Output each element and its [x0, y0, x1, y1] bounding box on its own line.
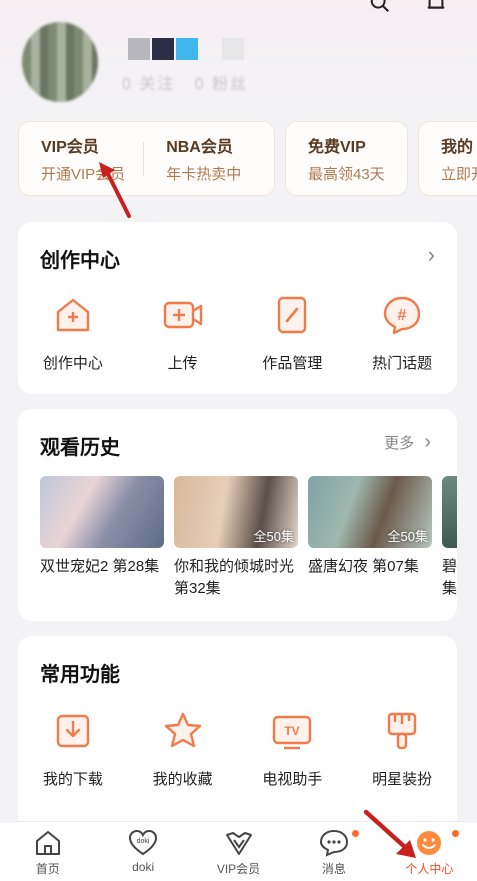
my-card-subtitle: 立即开: [441, 166, 477, 183]
free-vip-subtitle: 最高领43天: [308, 166, 385, 183]
episode-badge: 全50集: [387, 529, 428, 544]
history-caption: 双世宠妃2 第28集: [40, 558, 160, 575]
tab-home-label: 首页: [35, 862, 60, 876]
history-caption: 碧集: [442, 558, 457, 597]
download-icon: [56, 714, 90, 748]
svg-text:TV: TV: [285, 724, 300, 738]
tab-doki-label: doki: [132, 860, 155, 874]
tv-icon: TV: [273, 715, 312, 750]
svg-text:doki: doki: [137, 838, 150, 845]
free-vip-title: 免费VIP: [308, 139, 366, 156]
top-actions: [369, 0, 447, 14]
hot-topics-item[interactable]: # 热门话题: [347, 294, 457, 373]
vip-card[interactable]: VIP会员 开通VIP会员 NBA会员 年卡热卖中: [18, 121, 275, 196]
tab-vip-label: VIP会员: [216, 862, 261, 876]
home-icon: [35, 831, 60, 855]
my-downloads-item[interactable]: 我的下载: [18, 710, 128, 789]
chevron-right-icon: ›: [424, 431, 431, 453]
history-item[interactable]: 碧集: [442, 476, 457, 600]
tv-assistant-label: 电视助手: [262, 771, 323, 788]
tab-vip[interactable]: VIP会员: [191, 822, 286, 881]
edit-icon: [278, 296, 307, 334]
smile-face-icon: [417, 831, 442, 855]
creation-center-panel: 创作中心 › 创作中心 上传 作品管理 # 热门话题: [18, 222, 457, 394]
history-thumbnail: [40, 476, 164, 548]
history-thumbnail: 全50集: [308, 476, 432, 548]
watch-history-title: 观看历史: [40, 437, 120, 459]
history-item[interactable]: 全50集 你和我的倾城时光 第32集: [174, 476, 298, 600]
star-dressup-item[interactable]: 明星装扮: [347, 710, 457, 789]
my-card-title: 我的: [441, 139, 474, 156]
notification-dot: [352, 830, 360, 837]
common-tools-title: 常用功能: [40, 664, 120, 686]
my-favorites-label: 我的收藏: [152, 771, 213, 788]
tv-assistant-item[interactable]: TV 电视助手: [238, 710, 348, 789]
tab-messages-label: 消息: [321, 862, 346, 876]
tab-messages[interactable]: 消息: [286, 822, 381, 881]
bell-icon[interactable]: [425, 0, 447, 14]
works-manage-item[interactable]: 作品管理: [238, 294, 348, 373]
vip-card-subtitle: 开通VIP会员: [41, 166, 126, 183]
vip-cards-row: VIP会员 开通VIP会员 NBA会员 年卡热卖中 免费VIP 最高领43天 我…: [18, 121, 477, 196]
history-caption: 你和我的倾城时光 第32集: [174, 558, 295, 597]
video-upload-icon: [163, 301, 202, 329]
more-link[interactable]: 更多 ›: [384, 431, 431, 454]
tab-doki[interactable]: doki doki: [95, 822, 190, 881]
hashtag-icon: #: [383, 296, 421, 335]
tab-profile-label: 个人中心: [405, 862, 454, 876]
history-caption: 盛唐幻夜 第07集: [308, 558, 419, 575]
avatar[interactable]: [22, 22, 98, 102]
tab-home[interactable]: 首页: [0, 822, 95, 881]
nba-card[interactable]: NBA会员 年卡热卖中: [144, 133, 241, 184]
vip-crown-icon: [225, 832, 252, 855]
history-thumbnail: [442, 476, 457, 548]
more-label: 更多: [384, 435, 415, 452]
upload-item[interactable]: 上传: [128, 294, 238, 373]
doki-heart-icon: doki: [129, 829, 158, 856]
chevron-right-icon[interactable]: ›: [428, 242, 435, 268]
search-icon[interactable]: [369, 0, 391, 14]
history-item[interactable]: 双世宠妃2 第28集: [40, 476, 164, 600]
my-favorites-item[interactable]: 我的收藏: [128, 710, 238, 789]
tab-profile[interactable]: 个人中心: [382, 822, 477, 881]
creation-item-label: 创作中心: [42, 355, 103, 372]
creation-item[interactable]: 创作中心: [18, 294, 128, 373]
star-dressup-label: 明星装扮: [372, 771, 433, 788]
follow-stats-blurred: 0 关注 0 粉丝: [122, 76, 249, 93]
paint-brush-icon: [387, 712, 417, 750]
creation-center-title: 创作中心: [40, 250, 120, 272]
username-blurred[interactable]: [128, 38, 244, 60]
nba-card-title: NBA会员: [166, 139, 233, 156]
bottom-tab-bar: 首页 doki doki VIP会员 消息 个人中心: [0, 821, 477, 881]
upload-item-label: 上传: [167, 355, 198, 372]
svg-text:#: #: [398, 307, 407, 324]
message-icon: [319, 829, 348, 857]
history-thumbnail: 全50集: [174, 476, 298, 548]
my-card-partial[interactable]: 我的 立即开: [418, 121, 477, 196]
my-downloads-label: 我的下载: [42, 771, 103, 788]
star-icon: [164, 712, 201, 748]
free-vip-card[interactable]: 免费VIP 最高领43天: [285, 121, 408, 196]
common-tools-panel: 常用功能 我的下载 我的收藏 TV 电视助手 明星装扮: [18, 636, 457, 836]
vip-card-title: VIP会员: [41, 139, 99, 156]
home-plus-icon: [56, 298, 90, 332]
notification-dot: [451, 830, 459, 837]
works-manage-label: 作品管理: [262, 355, 323, 372]
hot-topics-label: 热门话题: [372, 355, 433, 372]
episode-badge: 全50集: [253, 529, 294, 544]
watch-history-panel: 观看历史 更多 › 双世宠妃2 第28集 全50集 你和我的倾城时光 第32集 …: [18, 409, 457, 621]
history-item[interactable]: 全50集 盛唐幻夜 第07集: [308, 476, 432, 600]
nba-card-subtitle: 年卡热卖中: [166, 166, 242, 183]
